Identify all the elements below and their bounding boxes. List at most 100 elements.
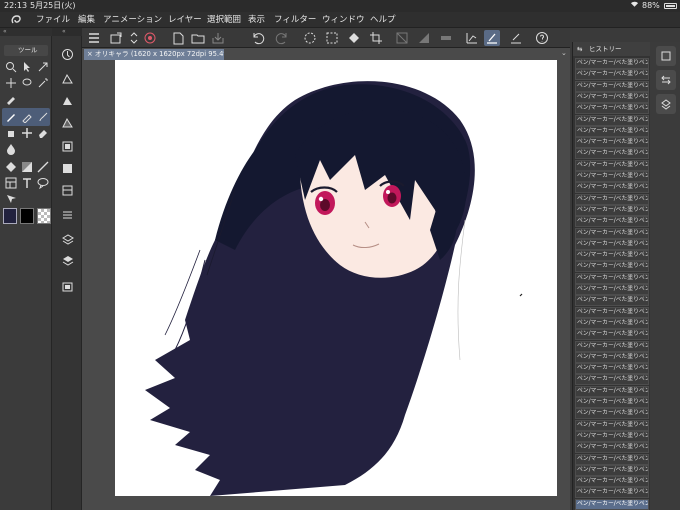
menu-file[interactable]: ファイル <box>36 12 70 28</box>
history-entry[interactable]: ペン/マーカー/べた塗りペン <box>575 204 649 216</box>
history-entry[interactable]: ペン/マーカー/べた塗りペン <box>575 317 649 329</box>
layer-property-icon[interactable] <box>59 206 75 222</box>
ruler-icon[interactable] <box>438 30 454 46</box>
menu-icon[interactable] <box>86 30 102 46</box>
history-entry[interactable]: ペン/マーカー/べた塗りペン <box>575 397 649 408</box>
intermediate-color-icon[interactable] <box>59 182 75 198</box>
panel-icon-a[interactable] <box>656 46 676 66</box>
close-icon[interactable]: × <box>87 50 93 58</box>
history-entry[interactable]: ペン/マーカー/べた塗りペン <box>575 114 649 126</box>
history-entry[interactable]: ペン/マーカー/べた塗りペン <box>575 125 649 137</box>
history-entry[interactable]: ペン/マーカー/べた塗りペン <box>575 284 649 295</box>
fill-icon[interactable] <box>346 30 362 46</box>
chevrons-icon[interactable] <box>126 30 142 46</box>
history-entry[interactable]: ペン/マーカー/べた塗りペン <box>575 250 649 262</box>
history-entry[interactable]: ペン/マーカー/べた塗りペン <box>575 498 649 510</box>
history-entry[interactable]: ペン/マーカー/べた塗りペン <box>575 306 649 318</box>
eyedropper-icon[interactable] <box>4 92 18 106</box>
menu-filter[interactable]: フィルター <box>274 12 316 28</box>
history-entry[interactable]: ペン/マーカー/べた塗りペン <box>575 91 649 103</box>
history-entry[interactable]: ペン/マーカー/べた塗りペン <box>575 442 649 454</box>
history-entry[interactable]: ペン/マーカー/べた塗りペン <box>575 419 649 431</box>
stabilizer-icon[interactable] <box>464 30 480 46</box>
history-entry[interactable]: ペン/マーカー/べた塗りペン <box>575 137 649 149</box>
menu-window[interactable]: ウィンドウ <box>322 12 365 28</box>
decoration-icon[interactable] <box>20 126 34 140</box>
menu-help[interactable]: ヘルプ <box>370 12 396 28</box>
scale-icon[interactable] <box>36 60 50 74</box>
history-entry[interactable]: ペン/マーカー/べた塗りペン <box>575 408 649 420</box>
history-entry[interactable]: ペン/マーカー/べた塗りペン <box>575 58 649 69</box>
document-tab[interactable]: × オリキャラ (1620 x 1620px 72dpi 95.4%) <box>84 49 224 60</box>
history-entry[interactable]: ペン/マーカー/べた塗りペン <box>575 193 649 205</box>
history-entry[interactable]: ペン/マーカー/べた塗りペン <box>575 80 649 92</box>
magic-wand-icon[interactable] <box>36 76 50 90</box>
airbrush-icon[interactable] <box>4 126 18 140</box>
balloon-icon[interactable] <box>36 176 50 190</box>
history-entry[interactable]: ペン/マーカー/べた塗りペン <box>575 374 649 386</box>
menu-view[interactable]: 表示 <box>248 12 265 28</box>
history-entry[interactable]: ペン/マーカー/べた塗りペン <box>575 148 649 160</box>
history-tab-icon[interactable]: ⇆ <box>577 42 582 56</box>
menu-animation[interactable]: アニメーション <box>103 12 162 28</box>
undo-icon[interactable] <box>250 30 266 46</box>
undo-record-icon[interactable] <box>142 30 158 46</box>
open-icon[interactable] <box>190 30 206 46</box>
save-icon[interactable] <box>210 30 226 46</box>
operation-icon[interactable] <box>20 60 34 74</box>
selection-icon[interactable] <box>324 30 340 46</box>
history-entry[interactable]: ペン/マーカー/べた塗りペン <box>575 216 649 228</box>
help-icon[interactable] <box>534 30 550 46</box>
history-entry[interactable]: ペン/マーカー/べた塗りペン <box>575 385 649 397</box>
material-pen-icon[interactable] <box>59 92 75 108</box>
correction-icon[interactable] <box>508 30 524 46</box>
history-entry[interactable]: ペン/マーカー/べた塗りペン <box>575 69 649 81</box>
history-entry[interactable]: ペン/マーカー/べた塗りペン <box>575 340 649 352</box>
pen-pressure-icon[interactable] <box>484 30 500 46</box>
item-bank-icon[interactable] <box>59 278 75 294</box>
history-entry[interactable]: ペン/マーカー/べた塗りペン <box>575 261 649 273</box>
layer-search-icon[interactable] <box>59 230 75 246</box>
text-icon[interactable] <box>20 176 34 190</box>
menu-layer[interactable]: レイヤー <box>168 12 202 28</box>
history-entry[interactable]: ペン/マーカー/べた塗りペン <box>575 363 649 375</box>
strip-collapse-icon[interactable]: « <box>52 28 82 36</box>
pen-icon[interactable] <box>4 110 18 124</box>
history-entry[interactable]: ペン/マーカー/べた塗りペン <box>575 476 649 488</box>
history-entry[interactable]: ペン/マーカー/べた塗りペン <box>575 182 649 194</box>
panel-icon-layers[interactable] <box>656 94 676 114</box>
crop-icon[interactable] <box>368 30 384 46</box>
redo-icon[interactable] <box>274 30 290 46</box>
material-icon[interactable] <box>59 70 75 86</box>
history-entry[interactable]: ペン/マーカー/べた塗りペン <box>575 464 649 476</box>
eraser-icon[interactable] <box>36 126 50 140</box>
history-entry[interactable]: ペン/マーカー/べた塗りペン <box>575 238 649 250</box>
navigator-icon[interactable] <box>59 46 75 62</box>
gradient-icon[interactable] <box>416 30 432 46</box>
transparent-color-swatch[interactable] <box>37 208 51 224</box>
menu-selection[interactable]: 選択範囲 <box>207 12 241 28</box>
lasso-icon[interactable] <box>20 76 34 90</box>
material-fill-icon[interactable] <box>59 114 75 130</box>
history-entry[interactable]: ペン/マーカー/べた塗りペン <box>575 272 649 284</box>
gradient-tool-icon[interactable] <box>20 160 34 174</box>
pencil-icon[interactable] <box>20 110 34 124</box>
history-entry[interactable]: ペン/マーカー/べた塗りペン <box>575 295 649 307</box>
transparency-icon[interactable] <box>394 30 410 46</box>
history-entry[interactable]: ペン/マーカー/べた塗りペン <box>575 453 649 465</box>
color-wheel-icon[interactable] <box>59 138 75 154</box>
history-entry[interactable]: ペン/マーカー/べた塗りペン <box>575 329 649 341</box>
zoom-icon[interactable] <box>4 60 18 74</box>
panel-collapse-icon[interactable]: « <box>0 28 52 36</box>
history-entry[interactable]: ペン/マーカー/べた塗りペン <box>575 351 649 363</box>
history-entry[interactable]: ペン/マーカー/べた塗りペン <box>575 103 649 115</box>
chevron-down-icon[interactable]: ⌄ <box>561 49 569 57</box>
correct-line-icon[interactable] <box>4 192 18 206</box>
history-entry[interactable]: ペン/マーカー/べた塗りペン <box>575 171 649 182</box>
sub-color-swatch[interactable] <box>20 208 34 224</box>
transform-icon[interactable] <box>108 30 124 46</box>
brush-icon[interactable] <box>36 110 50 124</box>
canvas-artwork[interactable] <box>115 60 557 496</box>
history-entry[interactable]: ペン/マーカー/べた塗りペン <box>575 159 649 171</box>
panel-icon-history[interactable] <box>656 70 676 90</box>
